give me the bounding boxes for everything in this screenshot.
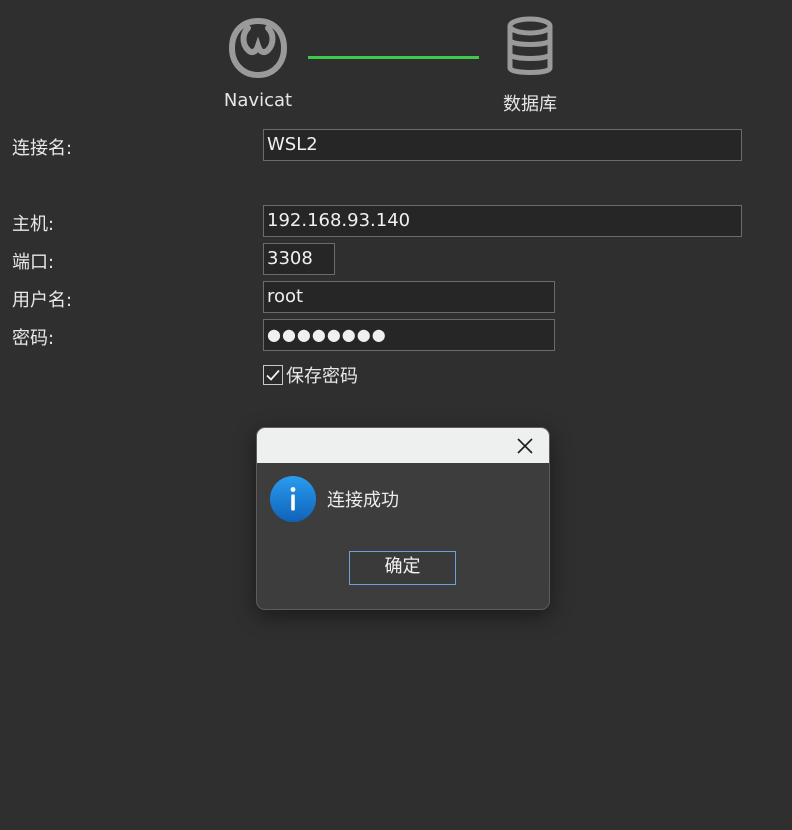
save-password-checkbox[interactable] [263, 365, 283, 385]
connection-success-dialog: 连接成功 确定 [256, 427, 550, 610]
close-icon [517, 438, 533, 454]
password-input[interactable]: ●●●●●●●● [263, 319, 555, 351]
database-logo: 数据库 [490, 16, 570, 116]
password-label: 密码: [12, 328, 55, 349]
host-label: 主机: [12, 214, 55, 235]
connection-status-line [308, 56, 479, 59]
navicat-label: Navicat [223, 90, 293, 111]
database-label: 数据库 [503, 94, 557, 115]
port-input[interactable]: 3308 [263, 243, 335, 275]
save-password-row[interactable]: 保存密码 [263, 362, 358, 388]
port-label: 端口: [12, 252, 55, 273]
dialog-close-button[interactable] [513, 434, 537, 458]
navicat-logo: Navicat [218, 16, 298, 111]
connection-name-label: 连接名: [12, 138, 73, 159]
host-input[interactable]: 192.168.93.140 [263, 205, 742, 237]
checkmark-icon [266, 369, 280, 381]
ok-button[interactable]: 确定 [349, 551, 456, 585]
username-label: 用户名: [12, 290, 73, 311]
info-icon [270, 476, 316, 522]
dialog-message: 连接成功 [327, 490, 399, 511]
save-password-label: 保存密码 [286, 366, 358, 387]
connection-name-input[interactable]: WSL2 [263, 129, 742, 161]
navicat-logo-icon [228, 17, 288, 79]
dialog-titlebar [257, 428, 549, 463]
database-icon [507, 16, 553, 75]
username-input[interactable]: root [263, 281, 555, 313]
